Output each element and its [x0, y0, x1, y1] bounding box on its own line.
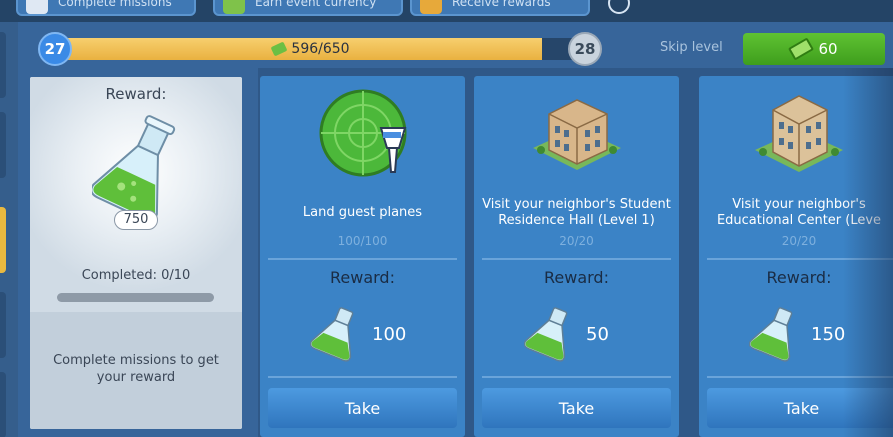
level-reward-panel: Reward: 750 Completed: 0/10 Complete mis…: [30, 77, 242, 429]
mission-reward-label: Reward:: [766, 268, 832, 287]
science-flask-icon: [524, 307, 568, 362]
progress-value-text: 596/650: [291, 41, 350, 57]
skip-level-button[interactable]: 60: [743, 33, 885, 65]
tab-earn-currency[interactable]: Earn event currency: [213, 0, 403, 16]
science-flask-icon: [749, 307, 793, 362]
side-tab[interactable]: [0, 112, 6, 178]
side-tab[interactable]: [0, 292, 6, 358]
skip-level-label: Skip level: [660, 40, 723, 55]
mission-reward-amount: 50: [586, 324, 609, 345]
educational-center-icon: [755, 95, 843, 172]
reward-footer: Complete missions to get your reward: [30, 312, 242, 429]
divider: [268, 376, 457, 378]
tab-complete-missions[interactable]: Complete missions: [16, 0, 196, 16]
mission-progress: 20/20: [559, 234, 594, 248]
next-level-badge: 28: [568, 32, 602, 66]
divider: [707, 376, 893, 378]
take-button[interactable]: Take: [707, 388, 893, 428]
mission-reward-amount: 150: [811, 324, 846, 345]
mission-reward-amount: 100: [372, 324, 407, 345]
mission-name: Visit your neighbor's Student Residence …: [482, 197, 671, 228]
mission-card: Visit your neighbor's Educational Center…: [699, 76, 893, 437]
skip-cost: 60: [818, 40, 838, 58]
rewards-icon: [420, 0, 442, 14]
divider: [707, 258, 893, 260]
science-flask-icon: [92, 115, 176, 222]
mission-name: Visit your neighbor's Educational Center…: [716, 197, 882, 228]
top-tab-strip: Complete missions Earn event currency Re…: [0, 0, 893, 22]
tab-label: Complete missions: [58, 0, 172, 9]
mission-card: Land guest planes 100/100 Reward: 100 Ta…: [260, 76, 465, 437]
tab-label: Earn event currency: [255, 0, 377, 9]
divider: [268, 258, 457, 260]
mission-reward-label: Reward:: [544, 268, 609, 287]
mission-progress: 100/100: [337, 234, 388, 248]
mission-reward-label: Reward:: [330, 268, 395, 287]
student-residence-hall-icon: [532, 99, 621, 170]
side-tab[interactable]: [0, 32, 6, 98]
take-button[interactable]: Take: [482, 388, 671, 428]
mission-name: Land guest planes: [302, 205, 423, 220]
missions-list[interactable]: Land guest planes 100/100 Reward: 100 Ta…: [258, 68, 893, 437]
divider: [482, 376, 671, 378]
completed-count: Completed: 0/10: [81, 268, 191, 283]
side-tab-active[interactable]: [0, 207, 6, 273]
reward-amount: 750: [114, 210, 158, 230]
tab-receive-rewards[interactable]: Receive rewards: [410, 0, 590, 16]
mission-card: Visit your neighbor's Student Residence …: [474, 76, 679, 437]
current-level-badge: 27: [38, 32, 72, 66]
help-icon[interactable]: [608, 0, 630, 14]
divider: [482, 258, 671, 260]
science-flask-icon: [310, 307, 354, 362]
missions-icon: [26, 0, 48, 14]
progress-value: 596/650: [56, 38, 586, 60]
completed-progress-bar: [57, 293, 214, 302]
air-traffic-tower-icon: [319, 89, 406, 177]
side-tab[interactable]: [0, 372, 6, 437]
tab-label: Receive rewards: [452, 0, 551, 9]
side-tab-strip: [0, 22, 18, 437]
take-button[interactable]: Take: [268, 388, 457, 428]
reward-hint: Complete missions to get your reward: [53, 353, 219, 385]
currency-icon: [223, 0, 245, 14]
cash-icon: [788, 37, 815, 61]
reward-title: Reward:: [105, 85, 167, 103]
mission-progress: 20/20: [781, 234, 817, 248]
level-progress-bar: 596/650: [56, 38, 586, 60]
event-currency-icon: [270, 41, 288, 57]
